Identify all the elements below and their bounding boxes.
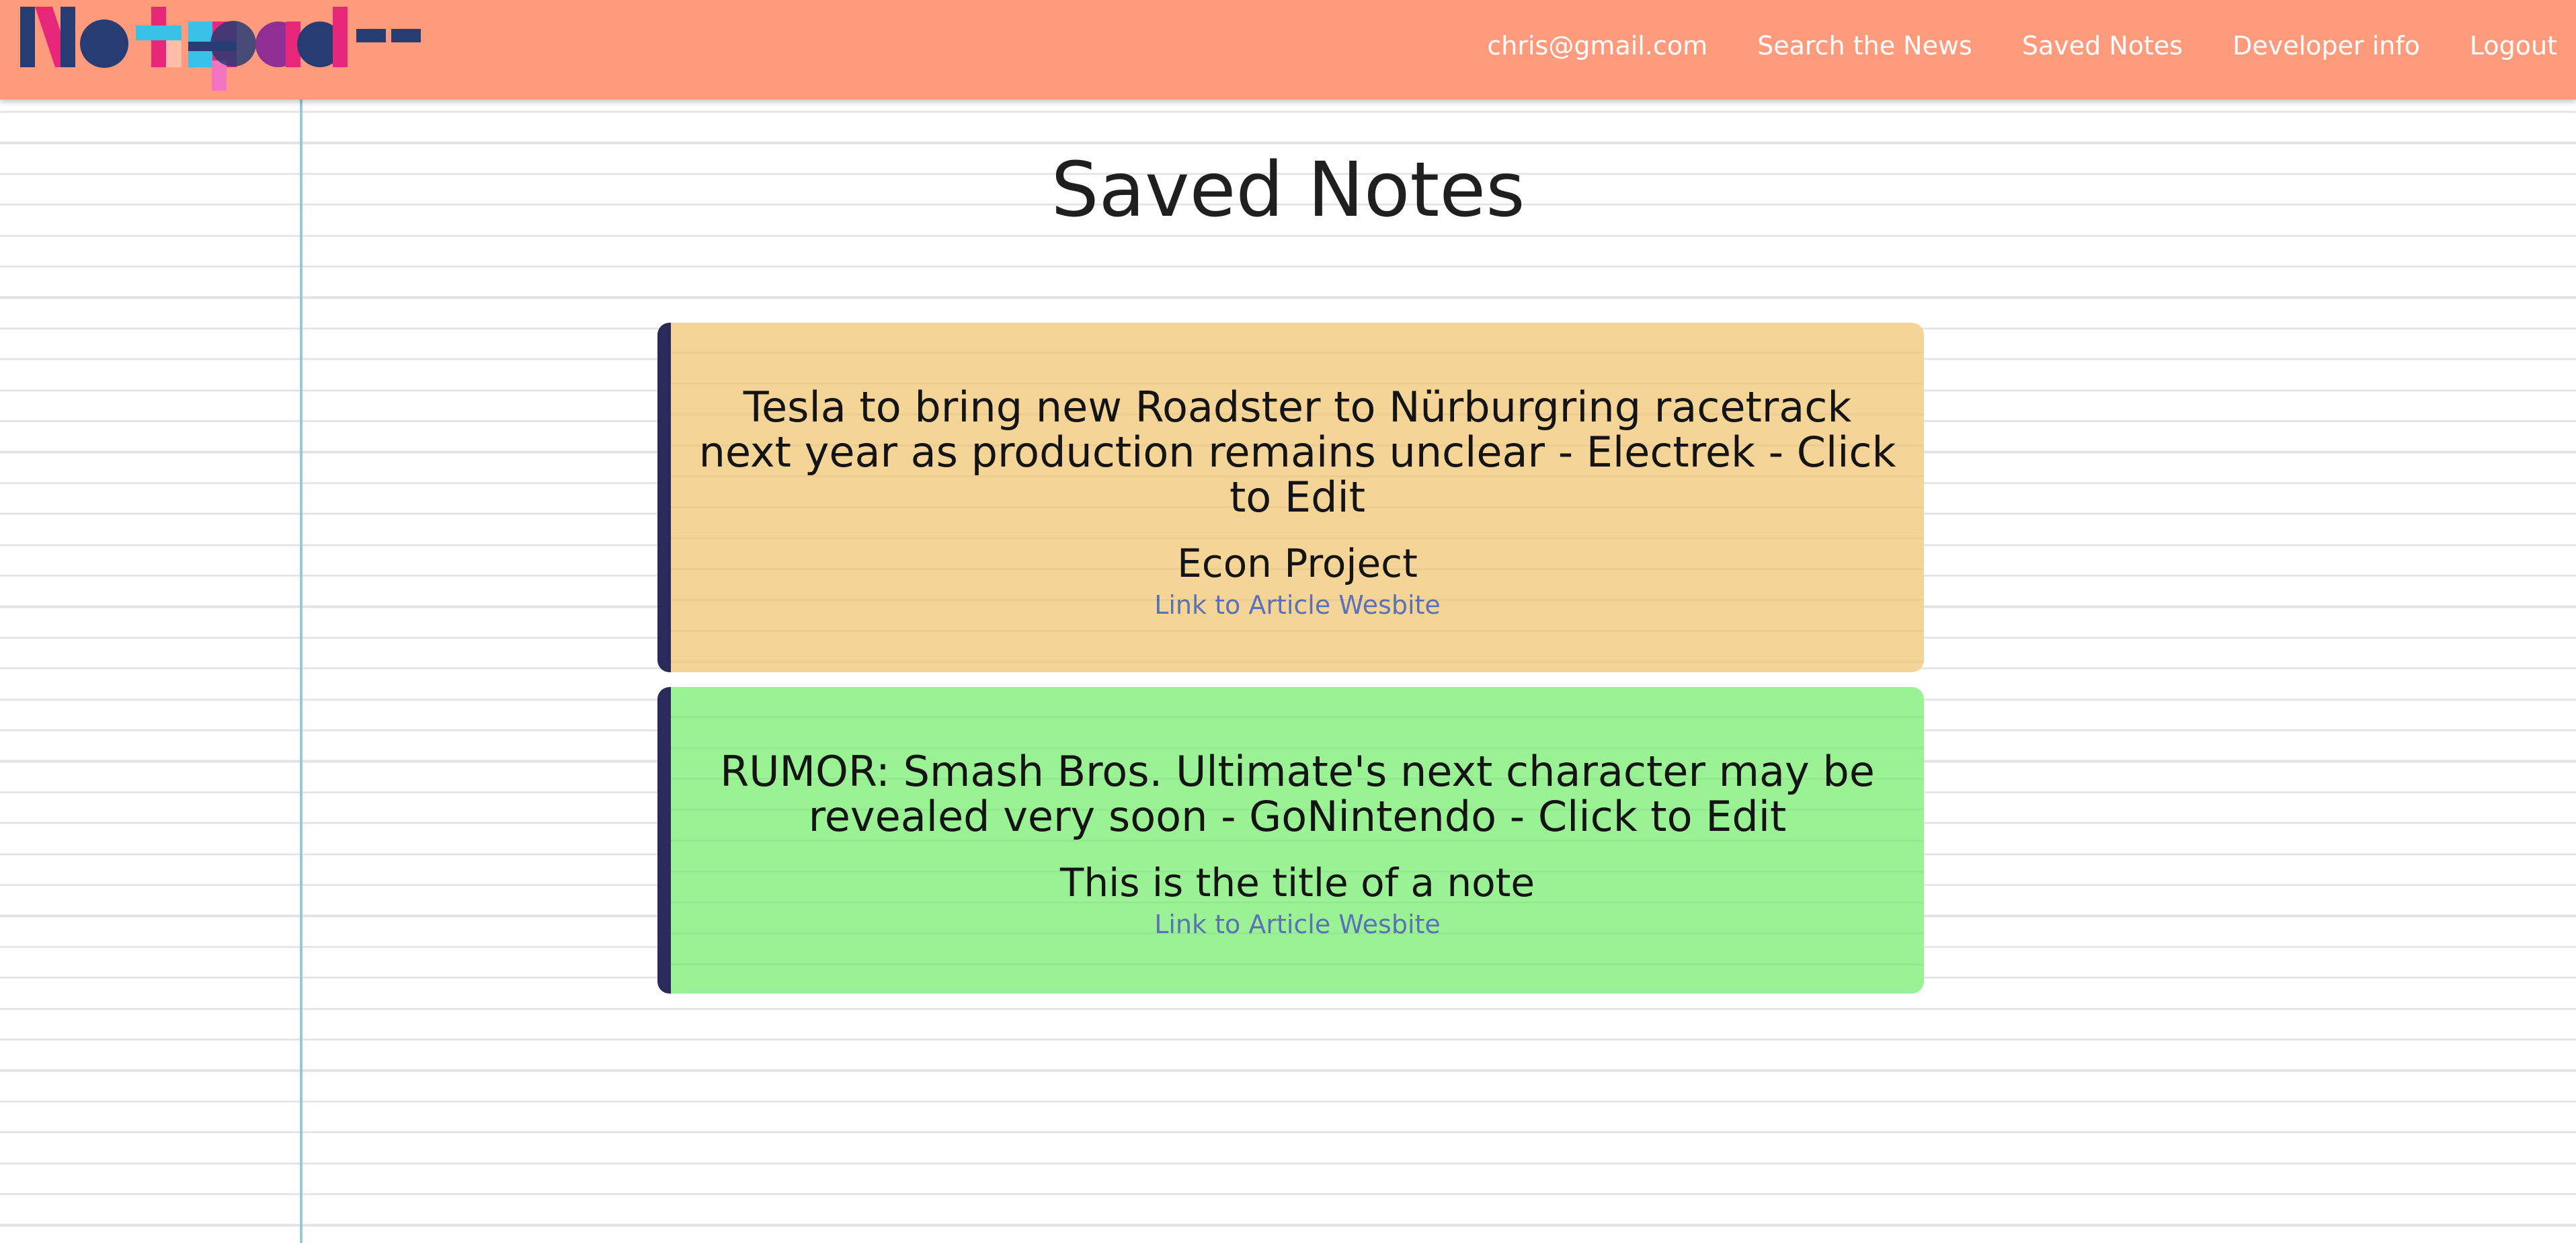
note-title: Econ Project: [1177, 540, 1418, 586]
note-card[interactable]: RUMOR: Smash Bros. Ultimate's next chara…: [657, 687, 1924, 994]
nav-saved-notes[interactable]: Saved Notes: [2022, 31, 2183, 61]
note-card[interactable]: Tesla to bring new Roadster to Nürburgri…: [657, 323, 1924, 672]
notepad-logo[interactable]: [20, 7, 424, 91]
nav-logout[interactable]: Logout: [2470, 31, 2557, 61]
nav-search-news[interactable]: Search the News: [1757, 31, 1972, 61]
nav-user-email[interactable]: chris@gmail.com: [1487, 31, 1707, 61]
page-title: Saved Notes: [1051, 147, 1525, 234]
saved-notes-list: Tesla to bring new Roadster to Nürburgri…: [657, 323, 1924, 1008]
note-title: This is the title of a note: [1059, 860, 1535, 906]
nav-links: chris@gmail.com Search the News Saved No…: [1487, 0, 2576, 91]
top-navbar: chris@gmail.com Search the News Saved No…: [0, 0, 2576, 99]
nav-developer-info[interactable]: Developer info: [2232, 31, 2420, 61]
article-link[interactable]: Link to Article Wesbite: [1154, 908, 1441, 941]
note-headline[interactable]: Tesla to bring new Roadster to Nürburgri…: [698, 385, 1897, 520]
note-headline[interactable]: RUMOR: Smash Bros. Ultimate's next chara…: [698, 749, 1897, 839]
article-link[interactable]: Link to Article Wesbite: [1154, 588, 1441, 622]
notebook-margin-line: [300, 99, 303, 1243]
